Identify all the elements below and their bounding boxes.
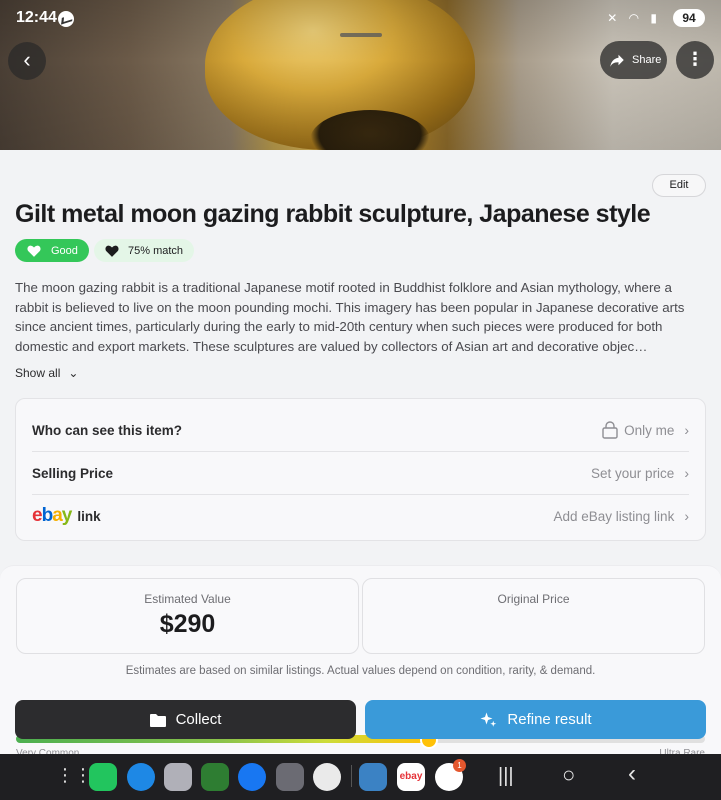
gemini-app-icon[interactable] bbox=[313, 763, 341, 791]
vertical-dots-icon: ⋮ bbox=[686, 49, 704, 69]
signal-wifi-icons: ✕ ◠ ▮ bbox=[607, 11, 661, 25]
recent-app-icon[interactable] bbox=[359, 763, 387, 791]
home-nav-icon[interactable]: ○ bbox=[562, 762, 575, 788]
more-options-button[interactable]: ⋮ bbox=[676, 41, 714, 79]
chevron-left-icon: ‹ bbox=[23, 47, 31, 72]
show-all-label: Show all bbox=[15, 366, 61, 380]
sparkle-icon bbox=[480, 712, 497, 727]
app-folder-green-icon[interactable] bbox=[201, 763, 229, 791]
messenger-notification-icon bbox=[58, 11, 74, 27]
collect-label: Collect bbox=[175, 711, 222, 728]
heart-icon bbox=[105, 245, 119, 257]
chevron-right-icon: › bbox=[684, 508, 689, 524]
taskbar-divider bbox=[351, 765, 352, 787]
refine-result-button[interactable]: Refine result bbox=[365, 700, 706, 739]
messages-app-icon[interactable] bbox=[127, 763, 155, 791]
collect-button[interactable]: Collect bbox=[15, 700, 356, 739]
notification-badge: 1 bbox=[453, 759, 466, 772]
status-bar: 12:44 ✕ ◠ ▮ 94 bbox=[0, 0, 721, 36]
facebook-app-icon[interactable] bbox=[238, 763, 266, 791]
chevron-right-icon: › bbox=[684, 465, 689, 481]
recents-nav-icon[interactable]: ||| bbox=[498, 765, 514, 788]
original-price-label: Original Price bbox=[497, 592, 570, 606]
selling-price-row[interactable]: Selling Price Set your price › bbox=[32, 452, 689, 494]
status-time: 12:44 bbox=[16, 9, 57, 26]
item-settings-card: Who can see this item? Only me › Selling… bbox=[15, 398, 706, 541]
battery-indicator: 94 bbox=[673, 9, 705, 27]
estimated-value-label: Estimated Value bbox=[144, 592, 231, 606]
item-title: Gilt metal moon gazing rabbit sculpture,… bbox=[15, 200, 651, 228]
visibility-row[interactable]: Who can see this item? Only me › bbox=[32, 409, 689, 451]
selling-price-label: Selling Price bbox=[32, 465, 114, 481]
back-nav-icon[interactable]: ‹ bbox=[628, 760, 636, 788]
folder-icon bbox=[149, 713, 166, 727]
ebay-link-value: Add eBay listing link bbox=[553, 508, 675, 524]
back-button[interactable]: ‹ bbox=[8, 42, 46, 80]
visibility-label: Who can see this item? bbox=[32, 422, 183, 438]
chevron-down-icon: ⌄ bbox=[68, 366, 79, 380]
show-all-toggle[interactable]: Show all ⌄ bbox=[15, 366, 78, 380]
match-badge: 75% match bbox=[94, 239, 194, 262]
ebay-link-label: link bbox=[77, 508, 101, 524]
match-label: 75% match bbox=[128, 244, 184, 257]
visibility-value: Only me bbox=[624, 422, 675, 438]
condition-label: Good bbox=[51, 244, 78, 257]
lock-icon bbox=[602, 421, 618, 439]
app-folder-icon[interactable] bbox=[164, 763, 192, 791]
original-price-box[interactable]: Original Price bbox=[362, 578, 705, 654]
condition-badge: Good bbox=[15, 239, 89, 262]
estimated-value-box: Estimated Value $290 bbox=[16, 578, 359, 654]
ebay-link-row[interactable]: ebay link Add eBay listing link › bbox=[32, 495, 689, 537]
estimated-value: $290 bbox=[159, 610, 216, 638]
ebay-logo: ebay bbox=[32, 505, 72, 526]
share-button[interactable]: Share bbox=[600, 41, 667, 79]
edit-button[interactable]: Edit bbox=[652, 174, 706, 197]
item-description: The moon gazing rabbit is a traditional … bbox=[15, 280, 685, 354]
chevron-right-icon: › bbox=[684, 422, 689, 438]
share-label: Share bbox=[632, 54, 662, 66]
ebay-app-icon[interactable]: ebay bbox=[397, 763, 425, 791]
selling-price-value: Set your price bbox=[591, 465, 675, 481]
refine-label: Refine result bbox=[507, 711, 592, 728]
estimate-disclaimer: Estimates are based on similar listings.… bbox=[125, 665, 596, 677]
phone-app-icon[interactable] bbox=[89, 763, 117, 791]
app-pair-icon[interactable] bbox=[276, 763, 304, 791]
heart-icon bbox=[27, 245, 41, 257]
share-icon bbox=[610, 54, 624, 67]
